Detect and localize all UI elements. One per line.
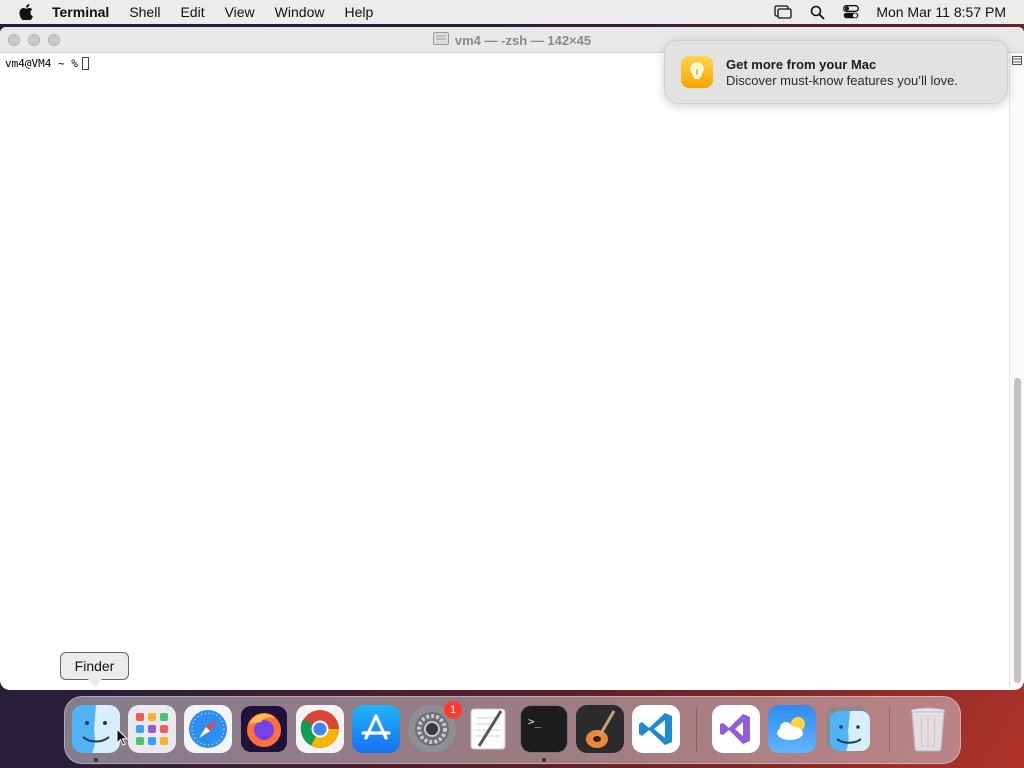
- notification-text: Get more from your Mac Discover must-kno…: [726, 57, 958, 88]
- notification-badge: 1: [444, 701, 462, 719]
- terminal-content[interactable]: vm4@VM4 ~ %: [0, 53, 1024, 690]
- dock-vscode-icon[interactable]: [632, 705, 680, 753]
- notification-banner[interactable]: Get more from your Mac Discover must-kno…: [664, 40, 1008, 104]
- tooltip-arrow: [88, 679, 102, 687]
- svg-text:>_: >_: [528, 715, 542, 728]
- menu-terminal[interactable]: Terminal: [52, 0, 119, 24]
- dock-weather-icon[interactable]: [768, 705, 816, 753]
- dock-chrome-icon[interactable]: [296, 705, 344, 753]
- dock-trash-icon[interactable]: [904, 705, 952, 753]
- dock-garageband-icon[interactable]: [576, 705, 624, 753]
- control-center-icon[interactable]: [834, 5, 868, 19]
- menu-bar: Terminal Shell Edit View Window Help Mon…: [0, 0, 1024, 24]
- scrollbar[interactable]: [1009, 53, 1024, 690]
- terminal-window: vm4 — -zsh — 142×45 vm4@VM4 ~ %: [0, 27, 1024, 690]
- dock-running-indicator: [542, 758, 546, 762]
- dock-running-indicator: [94, 758, 98, 762]
- split-pane-icon[interactable]: [1011, 54, 1023, 66]
- dock-firefox-icon[interactable]: [240, 705, 288, 753]
- mouse-pointer-icon: [116, 727, 129, 751]
- tips-lightbulb-icon: [681, 56, 713, 88]
- menu-view[interactable]: View: [215, 0, 265, 24]
- text-cursor: [81, 57, 89, 70]
- dock-visual-studio-icon[interactable]: [712, 705, 760, 753]
- dock-system-settings-icon[interactable]: 1: [408, 701, 462, 753]
- folder-icon: [432, 32, 449, 48]
- screen-mirroring-icon[interactable]: [766, 5, 800, 19]
- dock-separator: [889, 707, 890, 753]
- menu-edit[interactable]: Edit: [170, 0, 214, 24]
- dock-app-store-icon[interactable]: [352, 705, 400, 753]
- notification-subtitle: Discover must-know features you’ll love.: [726, 72, 958, 88]
- dock: 1 >_: [64, 696, 961, 764]
- menu-help[interactable]: Help: [334, 0, 383, 24]
- dock-finder-icon-2[interactable]: [824, 705, 872, 753]
- apple-menu-icon[interactable]: [0, 4, 52, 20]
- dock-textedit-icon[interactable]: [464, 705, 512, 753]
- dock-safari-icon[interactable]: [184, 705, 232, 753]
- spotlight-search-icon[interactable]: [800, 5, 834, 20]
- dock-finder-icon[interactable]: [72, 705, 120, 753]
- scrollbar-thumb[interactable]: [1014, 378, 1021, 683]
- menu-window[interactable]: Window: [265, 0, 335, 24]
- dock-terminal-icon[interactable]: >_: [520, 705, 568, 753]
- window-title-text: vm4 — -zsh — 142×45: [454, 32, 592, 48]
- notification-title: Get more from your Mac: [726, 56, 877, 72]
- dock-tooltip: Finder: [60, 652, 129, 680]
- menu-shell[interactable]: Shell: [119, 0, 170, 24]
- dock-separator: [696, 707, 697, 753]
- menu-clock[interactable]: Mon Mar 11 8:57 PM: [876, 4, 1006, 20]
- dock-launchpad-icon[interactable]: [128, 705, 176, 753]
- shell-prompt: vm4@VM4 ~ %: [5, 57, 78, 70]
